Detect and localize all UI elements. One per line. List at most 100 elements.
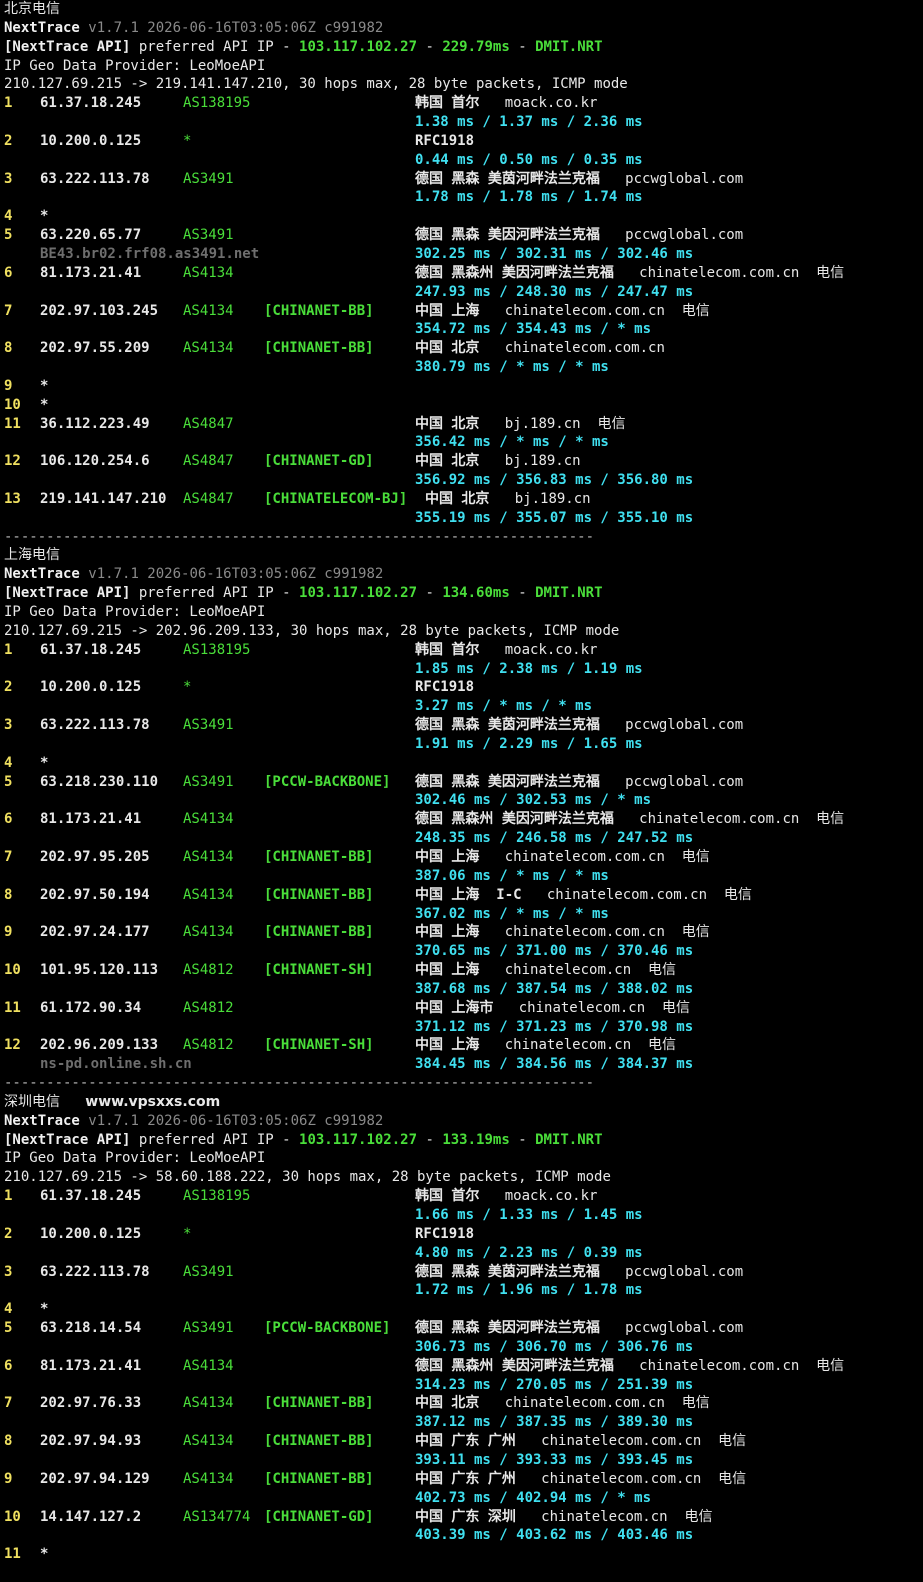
hop-asn: AS4134 [183,811,234,828]
hop-geo: 德国 黑森 美因河畔法兰克福 [415,773,600,790]
hop-number: 8 [4,886,13,903]
hop-row: 9 * [4,377,919,396]
hop-ip: * [40,377,49,394]
hop-domain: bj.189.cn [504,453,581,470]
nexttrace-version-line: NextTrace v1.7.1 2026-06-16T03:05:06Z c9… [4,19,919,38]
hop-geo: 德国 黑森 美茵河畔法兰克福 [415,170,600,187]
hop-domain: pccwglobal.com [625,1263,744,1280]
hop-row: 6 81.173.21.41 AS4134 德国 黑森州 美因河畔法兰克福 china… [4,810,919,829]
hop-geo: 中国 北京 [415,1395,480,1412]
hop-geo: 中国 广东 广州 [415,1433,516,1450]
version-string: v1.7.1 2026-06-16T03:05:06Z c991982 [88,1112,384,1129]
hop-geo-info: 韩国 首尔 moack.co.kr [415,94,597,113]
api-text: preferred API IP - [130,585,300,602]
hop-latency-row: 247.93 ms / 248.30 ms / 247.47 ms [4,283,919,302]
hop-number: 2 [4,132,13,149]
hop-geo: 德国 黑森 美茵河畔法兰克福 [415,717,600,734]
hop-geo: 中国 北京 [415,453,480,470]
trace-summary: 210.127.69.215 -> 219.141.147.210, 30 ho… [4,76,628,93]
hop-row: 11 36.112.223.49 AS4847 中国 北京 bj.189.cn 电信 [4,415,919,434]
hop-geo: 中国 上海 [415,302,480,319]
hop-geo-info: 德国 黑森州 美因河畔法兰克福 chinatelecom.com.cn 电信 [415,264,844,283]
hop-row: 1 61.37.18.245 AS138195 韩国 首尔 moack.co.kr [4,94,919,113]
hop-geo-info: 德国 黑森 美茵河畔法兰克福 pccwglobal.com [415,1263,743,1282]
api-latency: 134.60ms [442,585,510,602]
hop-row: 8 202.97.55.209 AS4134 [CHINANET-BB] 中国 北京 c… [4,339,919,358]
hop-latency-row: 302.46 ms / 302.53 ms / * ms [4,791,919,810]
api-tag: [NextTrace API] [4,38,131,55]
hop-asn: AS3491 [183,227,234,244]
hop-number: 5 [4,227,13,244]
api-text: preferred API IP - [130,1131,300,1148]
hop-geo-info: 德国 黑森 美茵河畔法兰克福 pccwglobal.com [415,170,743,189]
hop-ip: 61.37.18.245 [40,95,142,112]
hop-latency: 356.42 ms / * ms / * ms [415,434,609,451]
hop-row: 11 61.172.90.34 AS4812 中国 上海市 chinatelecom.… [4,999,919,1018]
hop-geo-info: 韩国 首尔 moack.co.kr [415,1187,597,1206]
hop-latency: 314.23 ms / 270.05 ms / 251.39 ms [415,1376,694,1393]
api-ip: 103.117.102.27 [299,585,418,602]
hop-geo-info: 中国 上海 chinatelecom.com.cn 电信 [415,923,710,942]
hop-number: 6 [4,811,13,828]
hop-domain: chinatelecom.com.cn [639,1357,800,1374]
hop-ip: 10.200.0.125 [40,679,142,696]
hop-ip: 81.173.21.41 [40,1357,142,1374]
hop-isp: 电信 [816,811,845,828]
hop-domain: pccwglobal.com [625,227,744,244]
trace-line: 210.127.69.215 -> 219.141.147.210, 30 ho… [4,75,919,94]
hop-number: 7 [4,848,13,865]
hop-geo: 韩国 首尔 [415,95,480,112]
hop-latency-row: 1.91 ms / 2.29 ms / 1.65 ms [4,735,919,754]
hop-asn: AS3491 [183,170,234,187]
hop-geo: 中国 广东 广州 [415,1470,516,1487]
section-title-text: 北京电信 [4,1,60,17]
hop-row: 5 63.218.230.110 AS3491 [PCCW-BACKBONE] 德国 黑… [4,773,919,792]
hop-geo: RFC1918 [415,679,475,696]
hop-geo: 中国 上海 [415,962,480,979]
hop-geo-info: 德国 黑森 美因河畔法兰克福 pccwglobal.com [415,226,743,245]
hop-geo-info: 中国 北京 bj.189.cn 电信 [415,415,625,434]
hop-asn: AS4134 [183,1357,234,1374]
hop-geo-info: 中国 上海 I-C chinatelecom.com.cn 电信 [415,886,752,905]
hop-ip: 202.97.24.177 [40,924,150,941]
hop-latency: 1.85 ms / 2.38 ms / 1.19 ms [415,660,643,677]
api-ip: 103.117.102.27 [299,1131,418,1148]
hop-ip: 61.37.18.245 [40,641,142,658]
api-line: [NextTrace API] preferred API IP - 103.1… [4,584,919,603]
hop-geo-info: 德国 黑森 美因河畔法兰克福 pccwglobal.com [415,773,743,792]
hop-network-tag: [PCCW-BACKBONE] [264,1320,391,1337]
trace-summary: 210.127.69.215 -> 202.96.209.133, 30 hop… [4,622,620,639]
hop-domain: pccwglobal.com [625,773,744,790]
hop-geo: 韩国 首尔 [415,1188,480,1205]
hop-ip: 14.147.127.2 [40,1508,142,1525]
api-line: [NextTrace API] preferred API IP - 103.1… [4,1131,919,1150]
hop-geo: 中国 北京 [425,490,490,507]
hop-row: 6 81.173.21.41 AS4134 德国 黑森州 美因河畔法兰克福 china… [4,1357,919,1376]
hop-ip: 202.97.94.129 [40,1470,150,1487]
hop-row: 11 * [4,1545,919,1564]
hop-geo: 德国 黑森 美因河畔法兰克福 [415,227,600,244]
hop-domain: bj.189.cn [514,490,591,507]
api-tag: [NextTrace API] [4,1131,131,1148]
hop-domain: pccwglobal.com [625,717,744,734]
hop-row: 8 202.97.94.93 AS4134 [CHINANET-BB] 中国 广东 广州… [4,1432,919,1451]
hop-geo-info: 中国 广东 深圳 chinatelecom.cn 电信 [415,1508,712,1527]
hop-geo: 德国 黑森州 美因河畔法兰克福 [415,1357,614,1374]
hop-domain: chinatelecom.com.cn [541,1433,702,1450]
hop-asn: AS4134 [183,340,234,357]
hop-latency: 370.65 ms / 371.00 ms / 370.46 ms [415,943,694,960]
api-latency: 229.79ms [442,38,510,55]
hop-domain: chinatelecom.com.cn [639,264,800,281]
hop-asn: AS4812 [183,962,234,979]
hop-row: 5 63.218.14.54 AS3491 [PCCW-BACKBONE] 德国 黑森 … [4,1319,919,1338]
hop-geo: 中国 上海 [415,848,480,865]
hop-latency-row: 306.73 ms / 306.70 ms / 306.76 ms [4,1338,919,1357]
hop-geo-info: 中国 上海 chinatelecom.com.cn 电信 [415,302,710,321]
hop-number: 9 [4,924,13,941]
geo-provider-line: IP Geo Data Provider: LeoMoeAPI [4,57,919,76]
hop-network-tag: [CHINANET-SH] [264,1037,374,1054]
hop-domain: chinatelecom.com.cn [504,924,665,941]
hop-number: 11 [4,415,21,432]
hop-asn: AS4847 [183,490,234,507]
hop-number: 1 [4,1188,13,1205]
